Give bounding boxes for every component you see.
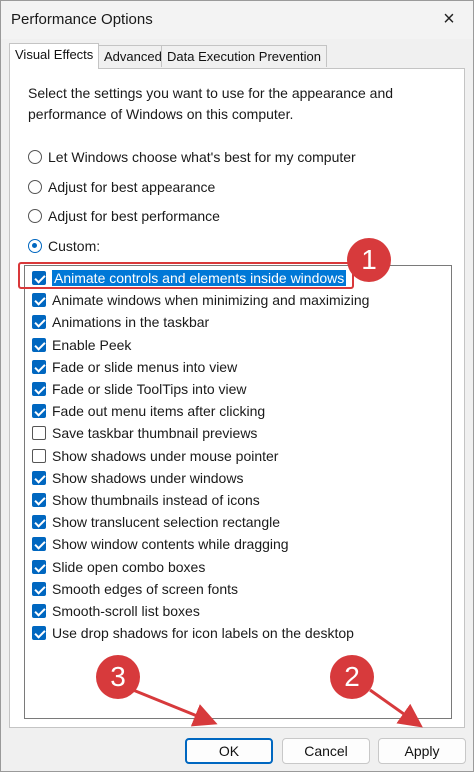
checkbox[interactable]	[32, 293, 46, 308]
radio-label: Adjust for best performance	[48, 208, 220, 224]
radio-label: Custom:	[48, 238, 101, 254]
radio-let-windows-choose[interactable]: Let Windows choose what's best for my co…	[28, 146, 356, 168]
list-item-label: Animate windows when minimizing and maxi…	[52, 292, 370, 309]
tab-visual-effects[interactable]: Visual Effects	[9, 43, 100, 69]
list-item[interactable]: Smooth-scroll list boxes	[32, 601, 200, 621]
checkbox[interactable]	[32, 604, 46, 618]
list-item[interactable]: Enable Peek	[32, 335, 131, 355]
list-item-label: Smooth edges of screen fonts	[52, 580, 238, 597]
list-item[interactable]: Save taskbar thumbnail previews	[32, 423, 257, 443]
checkbox[interactable]	[32, 470, 46, 485]
cancel-button[interactable]: Cancel	[282, 738, 370, 764]
list-item-label: Enable Peek	[52, 336, 132, 353]
list-item-label: Fade or slide menus into view	[52, 358, 238, 375]
list-item[interactable]: Smooth edges of screen fonts	[32, 579, 238, 599]
visual-effects-panel: Select the settings you want to use for …	[9, 68, 465, 728]
checkbox[interactable]	[32, 404, 46, 419]
list-item-label: Fade or slide ToolTips into view	[52, 381, 247, 397]
annotation-badge-2: 2	[330, 655, 374, 699]
list-item-label: Fade out menu items after clicking	[52, 403, 266, 420]
list-item[interactable]: Fade or slide menus into view	[32, 357, 237, 377]
radio-best-appearance[interactable]: Adjust for best appearance	[28, 176, 215, 198]
list-item-label: Show thumbnails instead of icons	[52, 492, 260, 508]
checkbox[interactable]	[32, 626, 46, 641]
list-item[interactable]: Use drop shadows for icon labels on the …	[32, 623, 354, 643]
checkbox[interactable]	[32, 337, 46, 352]
list-item-label: Show shadows under mouse pointer	[52, 447, 279, 464]
radio-button[interactable]	[28, 239, 42, 253]
list-item-label: Use drop shadows for icon labels on the …	[52, 625, 354, 642]
annotation-badge-3: 3	[96, 655, 140, 699]
checkbox[interactable]	[32, 581, 46, 596]
list-item-label: Show translucent selection rectangle	[52, 514, 281, 531]
visual-effects-list[interactable]: Animate controls and elements inside win…	[24, 265, 452, 719]
window-title: Performance Options	[11, 11, 153, 28]
list-item[interactable]: Show window contents while dragging	[32, 534, 289, 554]
list-item[interactable]: Show thumbnails instead of icons	[32, 490, 260, 510]
apply-button[interactable]: Apply	[378, 738, 466, 764]
checkbox[interactable]	[32, 537, 46, 552]
list-item[interactable]: Fade or slide ToolTips into view	[32, 379, 247, 399]
checkbox[interactable]	[32, 559, 46, 574]
ok-button[interactable]: OK	[185, 738, 273, 764]
list-item-label: Show window contents while dragging	[52, 536, 289, 553]
tab-data-execution-prevention[interactable]: Data Execution Prevention	[161, 45, 327, 67]
title-bar: Performance Options ×	[1, 1, 473, 39]
checkbox[interactable]	[32, 515, 46, 530]
list-item-label: Animate controls and elements inside win…	[50, 269, 348, 287]
radio-button[interactable]	[28, 209, 42, 223]
radio-best-performance[interactable]: Adjust for best performance	[28, 205, 220, 227]
checkbox[interactable]	[32, 493, 46, 507]
checkbox[interactable]	[32, 448, 46, 463]
checkbox[interactable]	[32, 359, 46, 374]
list-item-label: Show shadows under windows	[52, 469, 244, 486]
list-item-label: Save taskbar thumbnail previews	[52, 425, 258, 442]
close-icon[interactable]: ×	[435, 5, 463, 33]
list-item-label: Slide open combo boxes	[52, 558, 206, 575]
checkbox[interactable]	[32, 271, 46, 285]
list-item[interactable]: Fade out menu items after clicking	[32, 401, 265, 421]
list-item[interactable]: Show translucent selection rectangle	[32, 512, 280, 532]
panel-description: Select the settings you want to use for …	[28, 85, 394, 122]
list-item[interactable]: Slide open combo boxes	[32, 557, 205, 577]
radio-button[interactable]	[28, 180, 42, 194]
checkbox[interactable]	[32, 382, 46, 396]
list-item[interactable]: Show shadows under mouse pointer	[32, 446, 278, 466]
radio-button[interactable]	[28, 150, 42, 164]
radio-custom[interactable]: Custom:	[28, 235, 100, 257]
list-item[interactable]: Animate controls and elements inside win…	[32, 268, 348, 288]
radio-label: Adjust for best appearance	[48, 179, 216, 195]
performance-options-window: Performance Options × Visual Effects Adv…	[0, 0, 474, 772]
list-item[interactable]: Animate windows when minimizing and maxi…	[32, 290, 369, 310]
annotation-badge-1: 1	[347, 238, 391, 282]
list-item-label: Animations in the taskbar	[52, 314, 210, 331]
checkbox[interactable]	[32, 315, 46, 330]
list-item-label: Smooth-scroll list boxes	[52, 603, 200, 619]
radio-label: Let Windows choose what's best for my co…	[48, 149, 356, 165]
tab-advanced[interactable]: Advanced	[98, 45, 168, 67]
list-item[interactable]: Animations in the taskbar	[32, 312, 209, 332]
list-item[interactable]: Show shadows under windows	[32, 468, 243, 488]
checkbox[interactable]	[32, 426, 46, 441]
